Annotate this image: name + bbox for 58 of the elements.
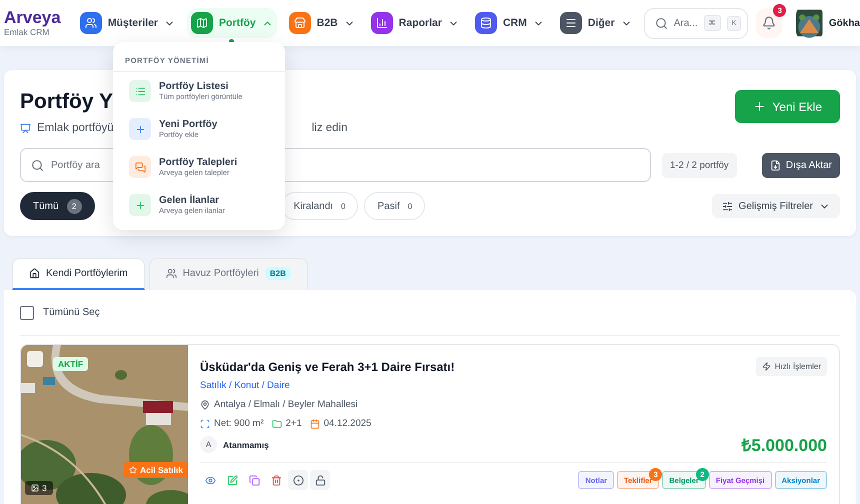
- pin-icon: [200, 400, 210, 410]
- zap-icon: [762, 362, 771, 371]
- sliders-icon: [722, 200, 733, 212]
- file-icon: [770, 160, 781, 170]
- image-icon: [31, 484, 39, 492]
- advanced-filters-button[interactable]: Gelişmiş Filtreler: [712, 194, 840, 218]
- tab[interactable]: Kendi Portföylerim: [12, 258, 145, 290]
- presentation-icon: [20, 122, 31, 134]
- area-icon: [200, 418, 210, 428]
- result-count: 1-2 / 2 portföy: [662, 152, 737, 178]
- search-icon: [31, 158, 44, 172]
- folder-icon: [272, 418, 282, 428]
- nav-item[interactable]: CRM: [470, 8, 548, 38]
- unlock-button[interactable]: [310, 470, 330, 490]
- home-icon: [29, 268, 40, 279]
- checkbox[interactable]: [27, 351, 43, 367]
- listing-title: Üsküdar'da Geniş ve Ferah 3+1 Daire Fırsatı!: [200, 360, 455, 374]
- filter-chip[interactable]: Tümü 2: [20, 192, 95, 220]
- brand-name: Arveya: [4, 9, 62, 27]
- subtitle-text: liz edin: [312, 122, 348, 134]
- rooms-text: 2+1: [286, 418, 302, 429]
- brand-tagline: Emlak CRM: [4, 27, 50, 37]
- unlock-icon: [314, 474, 326, 486]
- target-icon: [292, 474, 304, 486]
- select-all-label: Tümünü Seç: [43, 307, 100, 318]
- target-button[interactable]: [288, 470, 308, 490]
- tab-badge: B2B: [264, 267, 291, 280]
- export-button[interactable]: Dışa Aktar: [762, 152, 840, 178]
- eye-icon: [204, 474, 216, 486]
- location-text: Antalya / Elmalı / Beyler Mahallesi: [214, 399, 358, 410]
- trash-icon: [270, 474, 282, 486]
- nav-item[interactable]: B2B: [284, 8, 359, 38]
- tab[interactable]: Havuz Portföyleri B2B: [148, 258, 308, 290]
- nav-item[interactable]: Müşteriler: [76, 8, 179, 38]
- category-link[interactable]: Satılık / Konut / Daire: [200, 380, 827, 391]
- filter-chip[interactable]: Pasif 0: [364, 192, 426, 220]
- bell-icon: [762, 16, 776, 30]
- area-text: Net: 900 m²: [214, 418, 264, 429]
- calendar-icon: [310, 418, 320, 428]
- user-name: Gökha: [828, 18, 860, 28]
- plus-icon: [753, 100, 766, 113]
- price: ₺5.000.000: [741, 435, 827, 456]
- users-icon: [166, 268, 177, 279]
- page-title: Portföy Y: [20, 90, 113, 114]
- search-icon: [654, 16, 668, 30]
- date-text: 04.12.2025: [324, 418, 372, 429]
- quick-actions-button[interactable]: Hızlı İşlemler: [756, 357, 827, 376]
- checkbox[interactable]: [20, 306, 34, 320]
- agent-avatar: A: [200, 436, 217, 453]
- nav-item[interactable]: Raporlar: [366, 8, 463, 38]
- edit-icon: [226, 474, 238, 486]
- urgent-badge: Acil Satılık: [124, 462, 188, 478]
- nav-item[interactable]: Diğer: [556, 8, 636, 38]
- agent-name: Atanmamış: [223, 440, 269, 450]
- photo-count: 3: [25, 481, 53, 495]
- status-badge: AKTİF: [53, 357, 88, 371]
- subtitle-text: Emlak portföyü: [37, 122, 114, 134]
- copy-icon: [248, 474, 260, 486]
